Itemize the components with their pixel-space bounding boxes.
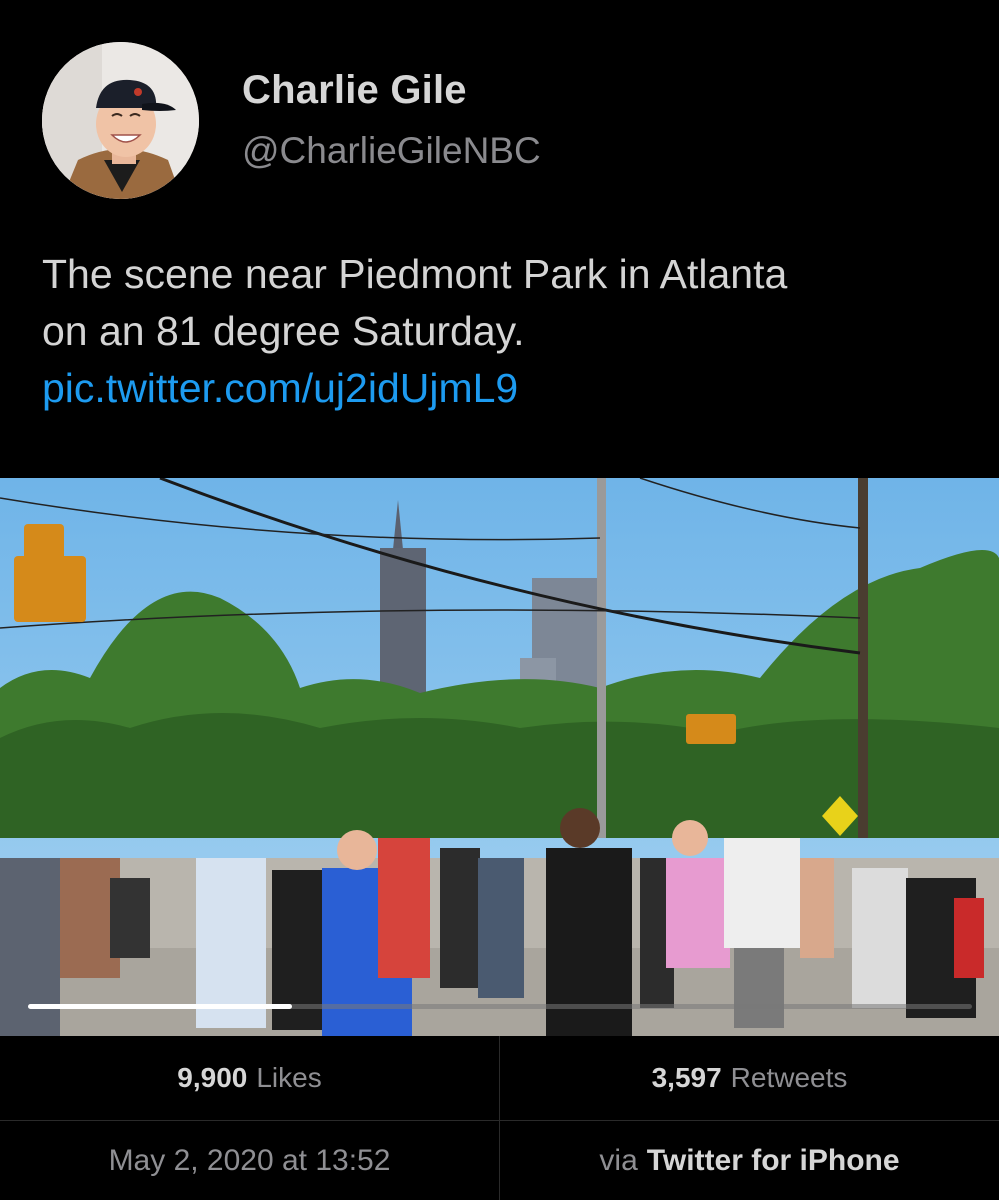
tweet-text-line: on an 81 degree Saturday. — [42, 308, 525, 354]
likes-count: 9,900 — [177, 1062, 248, 1093]
tweet-text-line: The scene near Piedmont Park in Atlanta — [42, 251, 788, 297]
profile-photo-icon — [42, 42, 199, 199]
retweets-count: 3,597 — [651, 1062, 722, 1093]
video-progress-fill — [28, 1004, 293, 1009]
likes-stat[interactable]: 9,900 Likes — [0, 1036, 499, 1120]
display-name[interactable]: Charlie Gile — [242, 68, 467, 113]
tweet-video[interactable] — [0, 478, 999, 1036]
source-app-link[interactable]: Twitter for iPhone — [647, 1144, 900, 1178]
avatar[interactable] — [42, 42, 199, 199]
retweets-label: Retweets — [730, 1062, 848, 1093]
tweet-media-link[interactable]: pic.twitter.com/uj2idUjmL9 — [42, 365, 518, 411]
tweet-timestamp: May 2, 2020 at 13:52 — [0, 1121, 499, 1200]
engagement-stats: 9,900 Likes 3,597 Retweets — [0, 1036, 999, 1121]
likes-label: Likes — [256, 1062, 322, 1093]
user-handle[interactable]: @CharlieGileNBC — [242, 130, 541, 172]
tweet-text: The scene near Piedmont Park in Atlanta … — [42, 246, 972, 417]
timestamp-text: May 2, 2020 at 13:52 — [108, 1143, 391, 1177]
tweet-source: via Twitter for iPhone — [499, 1121, 999, 1200]
video-progress-bar[interactable] — [28, 1004, 972, 1009]
video-frame-image — [0, 478, 999, 1036]
tweet-meta: May 2, 2020 at 13:52 via Twitter for iPh… — [0, 1121, 999, 1200]
via-prefix: via — [599, 1143, 638, 1177]
retweets-stat[interactable]: 3,597 Retweets — [499, 1036, 999, 1120]
